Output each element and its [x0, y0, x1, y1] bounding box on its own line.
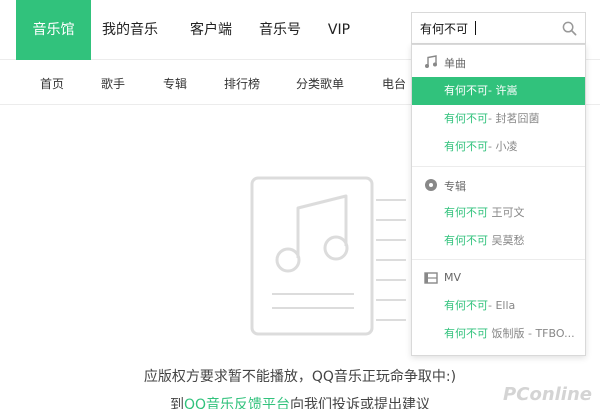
- nav-item-music-hall[interactable]: 音乐馆: [16, 0, 91, 60]
- suggestion-keyword: 有何不可: [444, 84, 488, 97]
- group-divider: [412, 259, 585, 260]
- suggestion-item[interactable]: 有何不可- 许嵩: [412, 77, 585, 105]
- suggestion-item[interactable]: 有何不可 饭制版 - TFBO...: [412, 320, 585, 348]
- suggestion-keyword: 有何不可: [444, 327, 488, 340]
- search-icon[interactable]: [562, 21, 577, 36]
- nav-item-music-account[interactable]: 音乐号: [250, 0, 310, 60]
- suggestion-item[interactable]: 有何不可- 封茗囧菌: [412, 105, 585, 133]
- group-title-mv: MV: [412, 263, 585, 293]
- suggestion-keyword: 有何不可: [444, 234, 488, 247]
- feedback-prefix: 到: [169, 397, 184, 409]
- suggestion-item[interactable]: 有何不可- 小凌: [412, 133, 585, 161]
- qq-music-page: 音乐馆 我的音乐 客户端 音乐号 VIP 首页 歌手 专辑 排行榜 分类歌单 电…: [0, 0, 600, 409]
- suggestion-artist: 饭制版 - TFBO...: [488, 327, 575, 340]
- group-label: MV: [444, 271, 462, 284]
- subnav-home[interactable]: 首页: [40, 75, 64, 92]
- suggestion-keyword: 有何不可: [444, 299, 488, 312]
- suggestion-artist: 吴莫愁: [488, 234, 525, 247]
- group-label: 单曲: [444, 57, 466, 70]
- subnav-charts[interactable]: 排行榜: [224, 75, 260, 92]
- subnav-albums[interactable]: 专辑: [163, 75, 187, 92]
- suggestion-keyword: 有何不可: [444, 206, 488, 219]
- suggestion-artist: 王可文: [488, 206, 525, 219]
- feedback-platform-link[interactable]: QQ音乐反馈平台: [184, 397, 290, 409]
- music-document-icon: [250, 176, 406, 336]
- group-title-albums: 专辑: [412, 170, 585, 200]
- suggestion-item[interactable]: 有何不可 王可文: [412, 199, 585, 227]
- group-label: 专辑: [444, 180, 466, 193]
- nav-item-vip[interactable]: VIP: [320, 0, 358, 60]
- film-icon: [424, 272, 438, 284]
- suggestion-keyword: 有何不可: [444, 112, 488, 125]
- subnav-singers[interactable]: 歌手: [101, 75, 125, 92]
- group-divider: [412, 166, 585, 167]
- search-box[interactable]: [411, 12, 586, 44]
- suggestion-keyword: 有何不可: [444, 140, 488, 153]
- music-note-icon: [425, 55, 437, 68]
- nav-item-client[interactable]: 客户端: [180, 0, 242, 60]
- group-title-songs: 单曲: [412, 47, 585, 77]
- suggestion-item[interactable]: 有何不可 吴莫愁: [412, 227, 585, 255]
- subnav-playlists[interactable]: 分类歌单: [296, 75, 344, 92]
- suggestion-artist: - 许嵩: [488, 84, 518, 97]
- search-suggestions-dropdown: 单曲 有何不可- 许嵩 有何不可- 封茗囧菌 有何不可- 小凌 专辑 有何不可 …: [411, 44, 586, 356]
- suggestion-artist: - 封茗囧菌: [488, 112, 540, 125]
- album-disc-icon: [425, 179, 437, 191]
- copyright-message: 应版权方要求暂不能播放，QQ音乐正玩命争取中:): [143, 369, 457, 385]
- nav-item-my-music[interactable]: 我的音乐: [94, 0, 166, 60]
- search-input[interactable]: [420, 19, 555, 37]
- text-caret: [475, 21, 476, 35]
- subnav-radio[interactable]: 电台: [382, 75, 406, 92]
- feedback-suffix: 向我们投诉或提出建议: [290, 397, 431, 409]
- watermark-logo: PConline: [503, 384, 592, 405]
- suggestion-artist: - Ella: [488, 299, 516, 312]
- suggestion-artist: - 小凌: [488, 140, 518, 153]
- suggestion-item[interactable]: 有何不可- Ella: [412, 292, 585, 320]
